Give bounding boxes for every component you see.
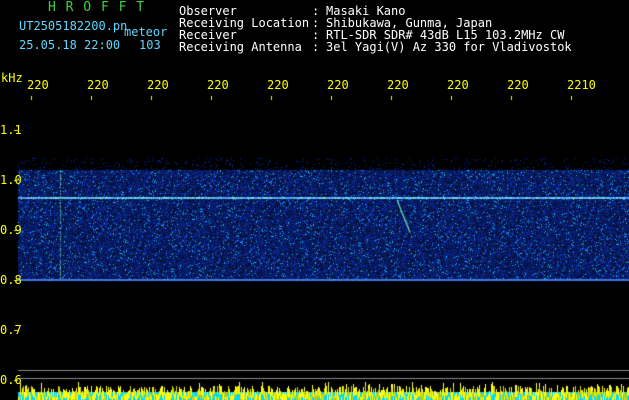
y-tick-label: 0.8: [0, 273, 22, 287]
filename-label: UT2505182200.pn: [19, 19, 128, 33]
x-tick-label: 220: [87, 78, 109, 92]
x-tick-label: 220: [267, 78, 289, 92]
y-tick-label: 0.9: [0, 223, 22, 237]
y-axis-unit: kHz: [1, 71, 23, 85]
brand-title: H R O F F T: [48, 0, 146, 15]
x-tick-label: 220: [207, 78, 229, 92]
spectrogram-canvas: [0, 0, 629, 400]
y-tick-label: 0.7: [0, 323, 22, 337]
x-tick-label: 220: [27, 78, 49, 92]
x-tick-label: 220: [327, 78, 349, 92]
x-tick-label: 220: [447, 78, 469, 92]
x-tick-label: 2210: [567, 78, 596, 92]
count-label: 103: [139, 38, 161, 52]
x-tick-label: 220: [387, 78, 409, 92]
y-tick-label: 1.1: [0, 123, 22, 137]
info-antenna: Receiving Antenna:3el Yagi(V) Az 330 for…: [179, 40, 572, 54]
datetime-label: 25.05.18 22:00: [19, 38, 121, 52]
x-tick-label: 220: [147, 78, 169, 92]
y-tick-label: 1.0: [0, 173, 22, 187]
x-tick-label: 220: [507, 78, 529, 92]
y-tick-label: 0.6: [0, 373, 22, 387]
